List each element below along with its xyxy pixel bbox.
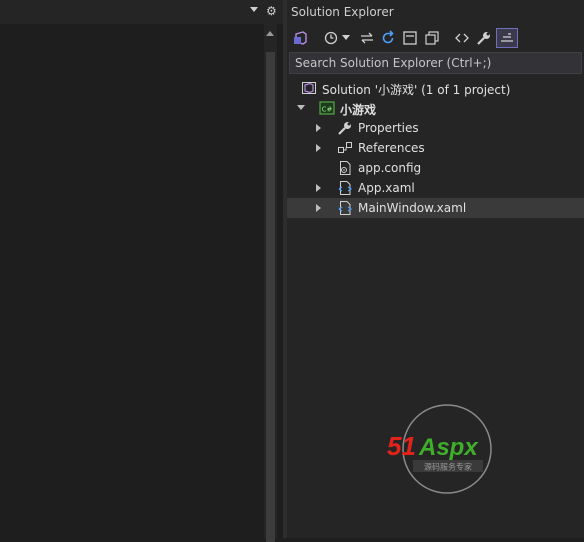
tree-item-app-xaml[interactable]: App.xaml <box>287 178 584 198</box>
references-icon <box>337 140 353 156</box>
sync-icon[interactable] <box>357 28 377 48</box>
scrollbar-thumb[interactable] <box>266 52 275 542</box>
svg-text:51: 51 <box>387 431 416 461</box>
view-code-icon[interactable] <box>452 28 472 48</box>
tree-item-label: References <box>358 141 425 155</box>
solution-explorer-toolbar <box>287 26 584 50</box>
properties-icon[interactable] <box>474 28 494 48</box>
tree-item-label: app.config <box>358 161 422 175</box>
tree-item-label: App.xaml <box>358 181 415 195</box>
scroll-up-icon[interactable] <box>266 31 274 36</box>
preview-selected-icon[interactable] <box>496 28 518 48</box>
tree-item-label: 小游戏 <box>340 103 377 117</box>
editor-header: ⚙ <box>0 0 283 24</box>
tree-item-references[interactable]: References <box>287 138 584 158</box>
refresh-icon[interactable] <box>378 28 398 48</box>
collapse-all-icon[interactable] <box>400 28 420 48</box>
tree-item-label: MainWindow.xaml <box>358 201 467 215</box>
chevron-down-icon[interactable] <box>250 7 258 12</box>
pending-changes-filter-icon[interactable] <box>321 28 341 48</box>
tree-item-label: Properties <box>358 121 419 135</box>
svg-text:Aspx: Aspx <box>418 434 479 461</box>
tree-item-mainwindow-xaml[interactable]: MainWindow.xaml <box>287 198 584 218</box>
chevron-down-icon[interactable] <box>341 28 351 48</box>
expand-closed-icon[interactable] <box>316 124 321 132</box>
editor-pane[interactable]: ⚙ <box>0 0 283 542</box>
tree-item-project[interactable]: C# 小游戏 <box>287 98 584 118</box>
svg-text:源码服务专家: 源码服务专家 <box>424 462 472 472</box>
xaml-file-icon <box>337 180 353 196</box>
search-input[interactable]: Search Solution Explorer (Ctrl+;) <box>289 52 582 74</box>
expand-closed-icon[interactable] <box>316 204 321 212</box>
tree-item-label: Solution '小游戏' (1 of 1 project) <box>322 83 511 97</box>
config-file-icon <box>337 160 353 176</box>
panel-title: Solution Explorer <box>291 5 394 19</box>
search-placeholder: Search Solution Explorer (Ctrl+;) <box>295 56 492 70</box>
gear-icon[interactable]: ⚙ <box>266 4 277 18</box>
csharp-project-icon: C# <box>319 100 335 116</box>
watermark-logo: 51 Aspx 源码服务专家 <box>387 402 513 496</box>
expand-closed-icon[interactable] <box>316 184 321 192</box>
tree-item-properties[interactable]: Properties <box>287 118 584 138</box>
vs-solution-switch-icon[interactable] <box>291 28 311 48</box>
expand-open-icon[interactable] <box>297 105 305 110</box>
editor-scrollbar[interactable] <box>264 24 277 542</box>
tree-item-solution[interactable]: Solution '小游戏' (1 of 1 project) <box>287 78 584 98</box>
solution-icon <box>301 80 317 96</box>
svg-text:C#: C# <box>322 106 333 114</box>
tree-item-app-config[interactable]: app.config <box>287 158 584 178</box>
wrench-icon <box>337 120 353 136</box>
xaml-file-icon <box>337 200 353 216</box>
show-all-files-icon[interactable] <box>422 28 442 48</box>
expand-closed-icon[interactable] <box>316 144 321 152</box>
